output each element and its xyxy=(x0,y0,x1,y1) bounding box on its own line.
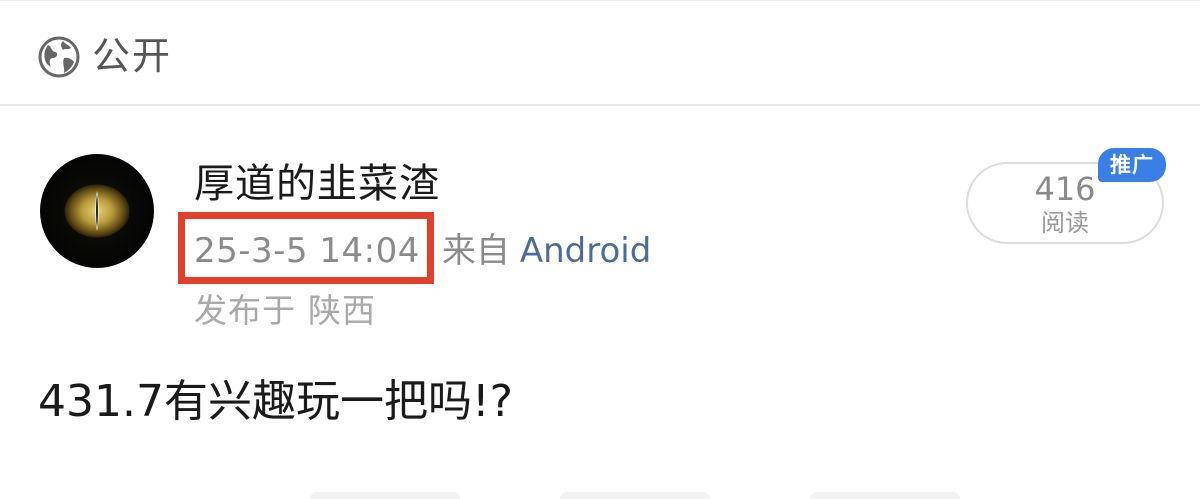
read-label: 阅读 xyxy=(1041,209,1089,237)
post-meta: 25-3-5 14:04 来自 Android xyxy=(194,226,651,276)
avatar[interactable] xyxy=(40,154,154,268)
post-location: 发布于 陕西 xyxy=(194,288,376,334)
location-value: 陕西 xyxy=(308,291,376,330)
author-name[interactable]: 厚道的韭菜渣 xyxy=(194,158,440,210)
bottom-cutoff-content xyxy=(0,492,1200,499)
globe-icon xyxy=(38,36,80,78)
post-text: 431.7有兴趣玩一把吗!? xyxy=(38,376,513,427)
visibility-bar: 公开 xyxy=(0,0,1200,106)
source-app-link[interactable]: Android xyxy=(520,231,651,271)
post-timestamp: 25-3-5 14:04 xyxy=(194,231,420,271)
promo-badge[interactable]: 推广 xyxy=(1098,148,1166,182)
source-prefix: 来自 xyxy=(441,231,510,271)
location-prefix: 发布于 xyxy=(194,291,296,330)
visibility-label: 公开 xyxy=(92,34,173,78)
cat-eye-avatar-icon xyxy=(61,181,133,241)
